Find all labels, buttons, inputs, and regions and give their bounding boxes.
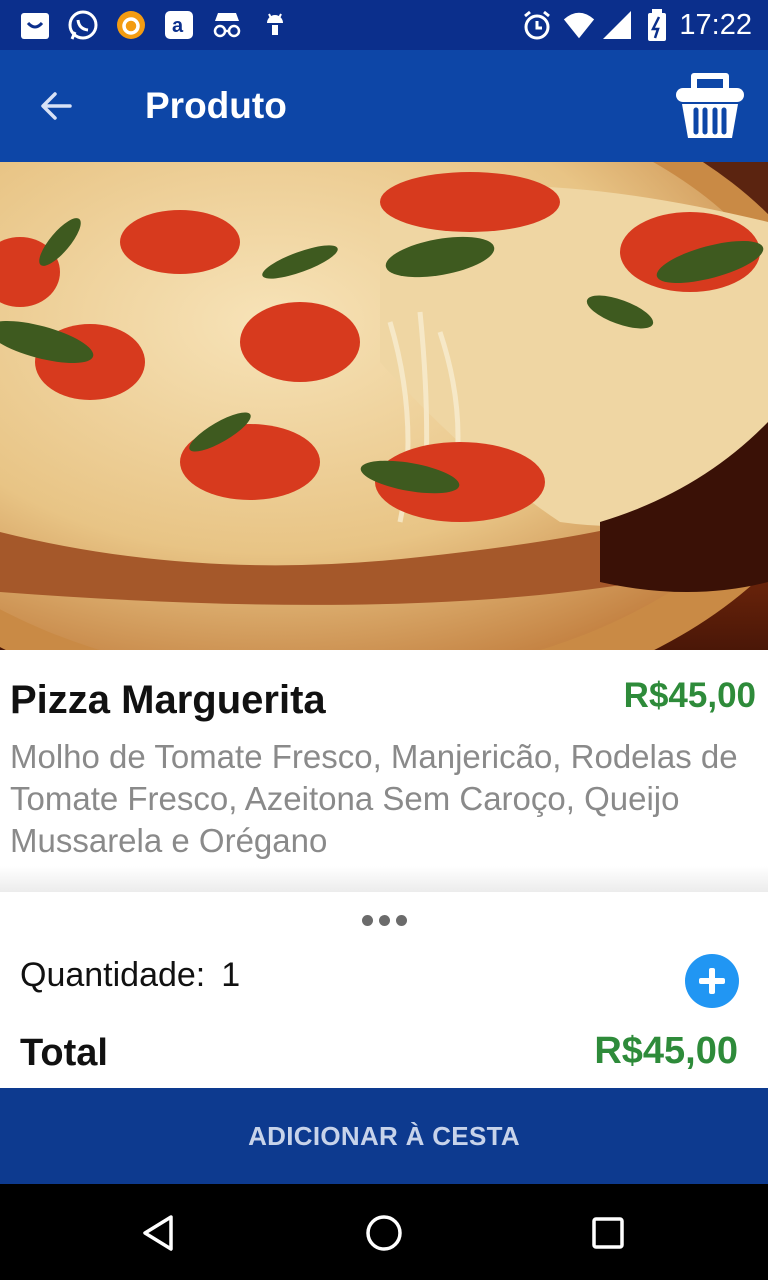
add-circle-icon[interactable]: [685, 954, 739, 1008]
status-time: 17:22: [679, 9, 752, 41]
back-triangle-icon[interactable]: [132, 1206, 186, 1260]
navigation-bar: [0, 1184, 768, 1280]
home-circle-icon[interactable]: [357, 1206, 411, 1260]
status-bar: a 17:22: [0, 0, 768, 50]
add-to-basket-button[interactable]: ADICIONAR À CESTA: [0, 1088, 768, 1184]
sheet-shadow: [0, 866, 768, 892]
signal-icon: [600, 8, 634, 42]
product-price: R$45,00: [623, 676, 756, 715]
product-name: Pizza Marguerita: [10, 678, 326, 722]
more-horizontal-icon[interactable]: [360, 912, 408, 928]
shopping-bag-icon: [18, 8, 52, 42]
basket-icon: [672, 73, 748, 148]
total-label: Total: [20, 1032, 108, 1074]
quantity-value: 1: [221, 956, 241, 994]
product-image: [0, 162, 768, 650]
recents-square-icon[interactable]: [581, 1206, 635, 1260]
alarm-icon: [520, 8, 554, 42]
product-info: Pizza Marguerita R$45,00 Molho de Tomate…: [0, 650, 768, 890]
product-description: Molho de Tomate Fresco, Manjericão, Rode…: [10, 738, 738, 859]
quantity-label: Quantidade:: [20, 956, 206, 994]
page-title: Produto: [145, 85, 287, 126]
app-bar: Produto: [0, 50, 768, 162]
battery-icon: [640, 8, 674, 42]
arrow-back-icon: [38, 88, 74, 129]
quantity-row: Quantidade: 1: [20, 956, 240, 995]
wifi-icon: [562, 8, 596, 42]
total-value: R$45,00: [594, 1030, 738, 1072]
svg-text:a: a: [172, 15, 184, 37]
amazon-icon: a: [162, 8, 196, 42]
incognito-icon: [210, 8, 244, 42]
avast-icon: [114, 8, 148, 42]
android-icon: [258, 8, 292, 42]
order-panel: Quantidade: 1 Total R$45,00: [0, 892, 768, 1088]
cart-button[interactable]: [672, 68, 748, 144]
back-button[interactable]: [28, 80, 84, 136]
whatsapp-icon: [66, 8, 100, 42]
